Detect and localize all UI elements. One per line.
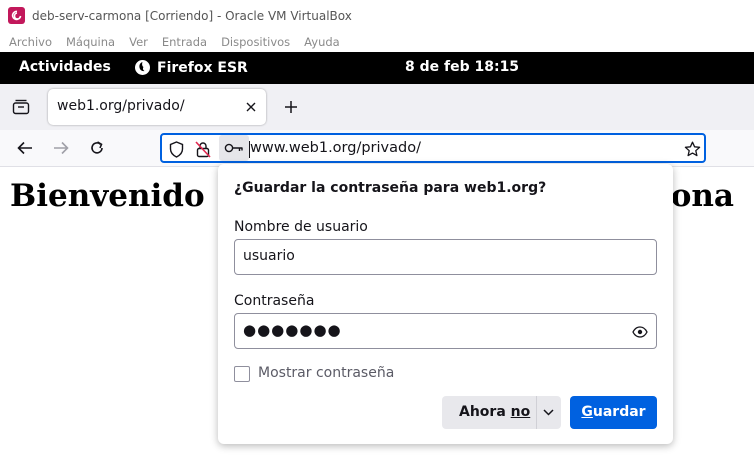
not-now-button[interactable]: Ahora no (442, 396, 561, 429)
password-mask: ●●●●●●● (243, 321, 342, 339)
heading-end: ona (670, 178, 734, 214)
back-arrow-icon[interactable] (15, 138, 35, 158)
key-icon[interactable] (219, 135, 249, 161)
username-field[interactable]: usuario (234, 239, 657, 275)
virtualbox-titlebar: deb-serv-carmona [Corriendo] - Oracle VM… (0, 0, 754, 31)
show-password-checkbox[interactable] (234, 366, 250, 382)
shield-icon[interactable] (167, 140, 185, 158)
gnome-top-bar: Actividades Firefox ESR 8 de feb 18:15 (0, 52, 754, 84)
password-field[interactable]: ●●●●●●● (234, 313, 657, 349)
username-label: Nombre de usuario (234, 219, 368, 235)
popup-title: ¿Guardar la contraseña para web1.org? (234, 180, 547, 196)
activities-button[interactable]: Actividades (19, 59, 111, 75)
menu-ayuda[interactable]: Ayuda (304, 35, 340, 49)
save-button[interactable]: Guardar (570, 396, 657, 429)
button-separator (536, 396, 537, 429)
star-icon[interactable] (682, 139, 702, 159)
menu-entrada[interactable]: Entrada (162, 35, 207, 49)
nav-bar: www.web1.org/privado/ (0, 130, 754, 167)
heading-start: Bienvenido (10, 178, 205, 214)
eye-icon[interactable] (631, 323, 649, 341)
menu-maquina[interactable]: Máquina (66, 35, 115, 49)
menu-ver[interactable]: Ver (129, 35, 148, 49)
menu-archivo[interactable]: Archivo (9, 35, 52, 49)
virtualbox-menubar: Archivo Máquina Ver Entrada Dispositivos… (0, 31, 754, 52)
firefox-icon (134, 59, 151, 76)
window-title: deb-serv-carmona [Corriendo] - Oracle VM… (32, 8, 352, 23)
debian-icon (8, 7, 25, 24)
tab-list-icon[interactable] (10, 96, 32, 118)
insecure-lock-icon[interactable] (194, 140, 212, 158)
url-bar[interactable]: www.web1.org/privado/ (160, 133, 706, 163)
password-label: Contraseña (234, 293, 315, 309)
tab-title: web1.org/privado/ (57, 98, 185, 114)
username-value: usuario (243, 248, 295, 264)
url-text[interactable]: www.web1.org/privado/ (250, 140, 421, 156)
plus-icon[interactable] (280, 96, 302, 118)
app-name: Firefox ESR (157, 59, 248, 76)
not-now-label: Ahora no (459, 404, 531, 420)
tab-strip: web1.org/privado/ (0, 84, 754, 130)
save-password-popup: ¿Guardar la contraseña para web1.org? No… (218, 164, 673, 444)
tab-active[interactable]: web1.org/privado/ (48, 89, 266, 125)
close-icon[interactable] (244, 98, 258, 116)
chevron-down-icon[interactable] (542, 406, 555, 419)
app-menu-button[interactable]: Firefox ESR (134, 59, 248, 76)
show-password-label[interactable]: Mostrar contraseña (258, 365, 394, 381)
clock[interactable]: 8 de feb 18:15 (405, 59, 519, 75)
menu-dispositivos[interactable]: Dispositivos (221, 35, 290, 49)
reload-icon[interactable] (87, 138, 107, 158)
save-label: Guardar (581, 404, 646, 420)
forward-arrow-icon[interactable] (51, 138, 71, 158)
